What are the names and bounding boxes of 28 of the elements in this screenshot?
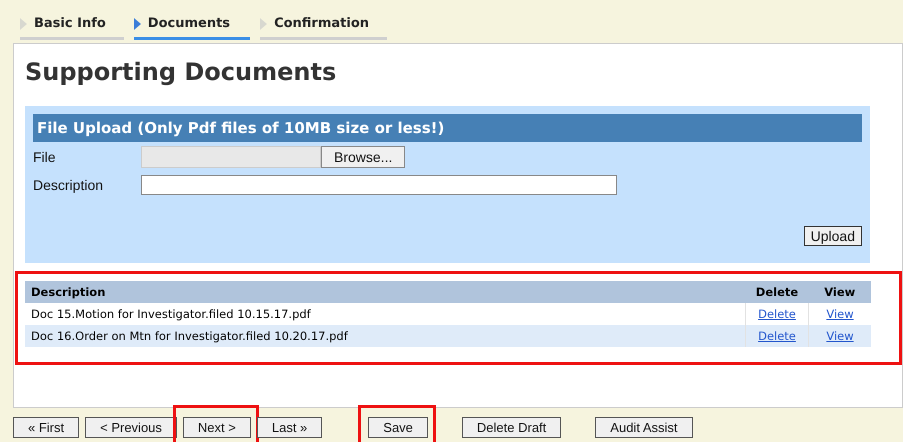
nav-button[interactable]: Last » (256, 417, 322, 438)
arrow-icon (260, 18, 268, 30)
browse-button[interactable]: Browse... (321, 146, 406, 168)
description-field[interactable] (141, 175, 617, 195)
wizard-tab[interactable]: Confirmation (260, 10, 388, 40)
view-link[interactable]: View (826, 307, 854, 321)
wizard-tab[interactable]: Basic Info (20, 10, 124, 40)
field-label: File (33, 149, 57, 165)
nav-button[interactable]: Save (368, 417, 428, 438)
column-header: Description (25, 281, 746, 303)
arrow-icon (20, 18, 27, 30)
field-label: Description (33, 177, 104, 193)
upload-button[interactable]: Upload (804, 226, 862, 246)
nav-button[interactable]: Delete Draft (462, 417, 562, 438)
column-header: View (808, 281, 871, 303)
upload-heading: File Upload (Only Pdf files of 10MB size or less!) (33, 114, 862, 142)
nav-button[interactable]: Next > (182, 417, 251, 438)
file-field[interactable] (141, 146, 321, 168)
table-cell: Doc 16.Order on Mtn for Investigator.filed 10.20.17.pdf (25, 325, 746, 347)
arrow-icon (134, 18, 141, 30)
page-title: Supporting Documents (25, 58, 338, 86)
wizard-tab[interactable]: Documents (134, 10, 250, 40)
nav-button[interactable]: Audit Assist (595, 417, 692, 438)
nav-button[interactable]: < Previous (85, 417, 177, 438)
table-cell: Doc 15.Motion for Investigator.filed 10.15.17.pdf (25, 303, 746, 325)
column-header: Delete (746, 281, 808, 303)
delete-link[interactable]: Delete (758, 307, 796, 321)
nav-button[interactable]: « First (13, 417, 80, 438)
